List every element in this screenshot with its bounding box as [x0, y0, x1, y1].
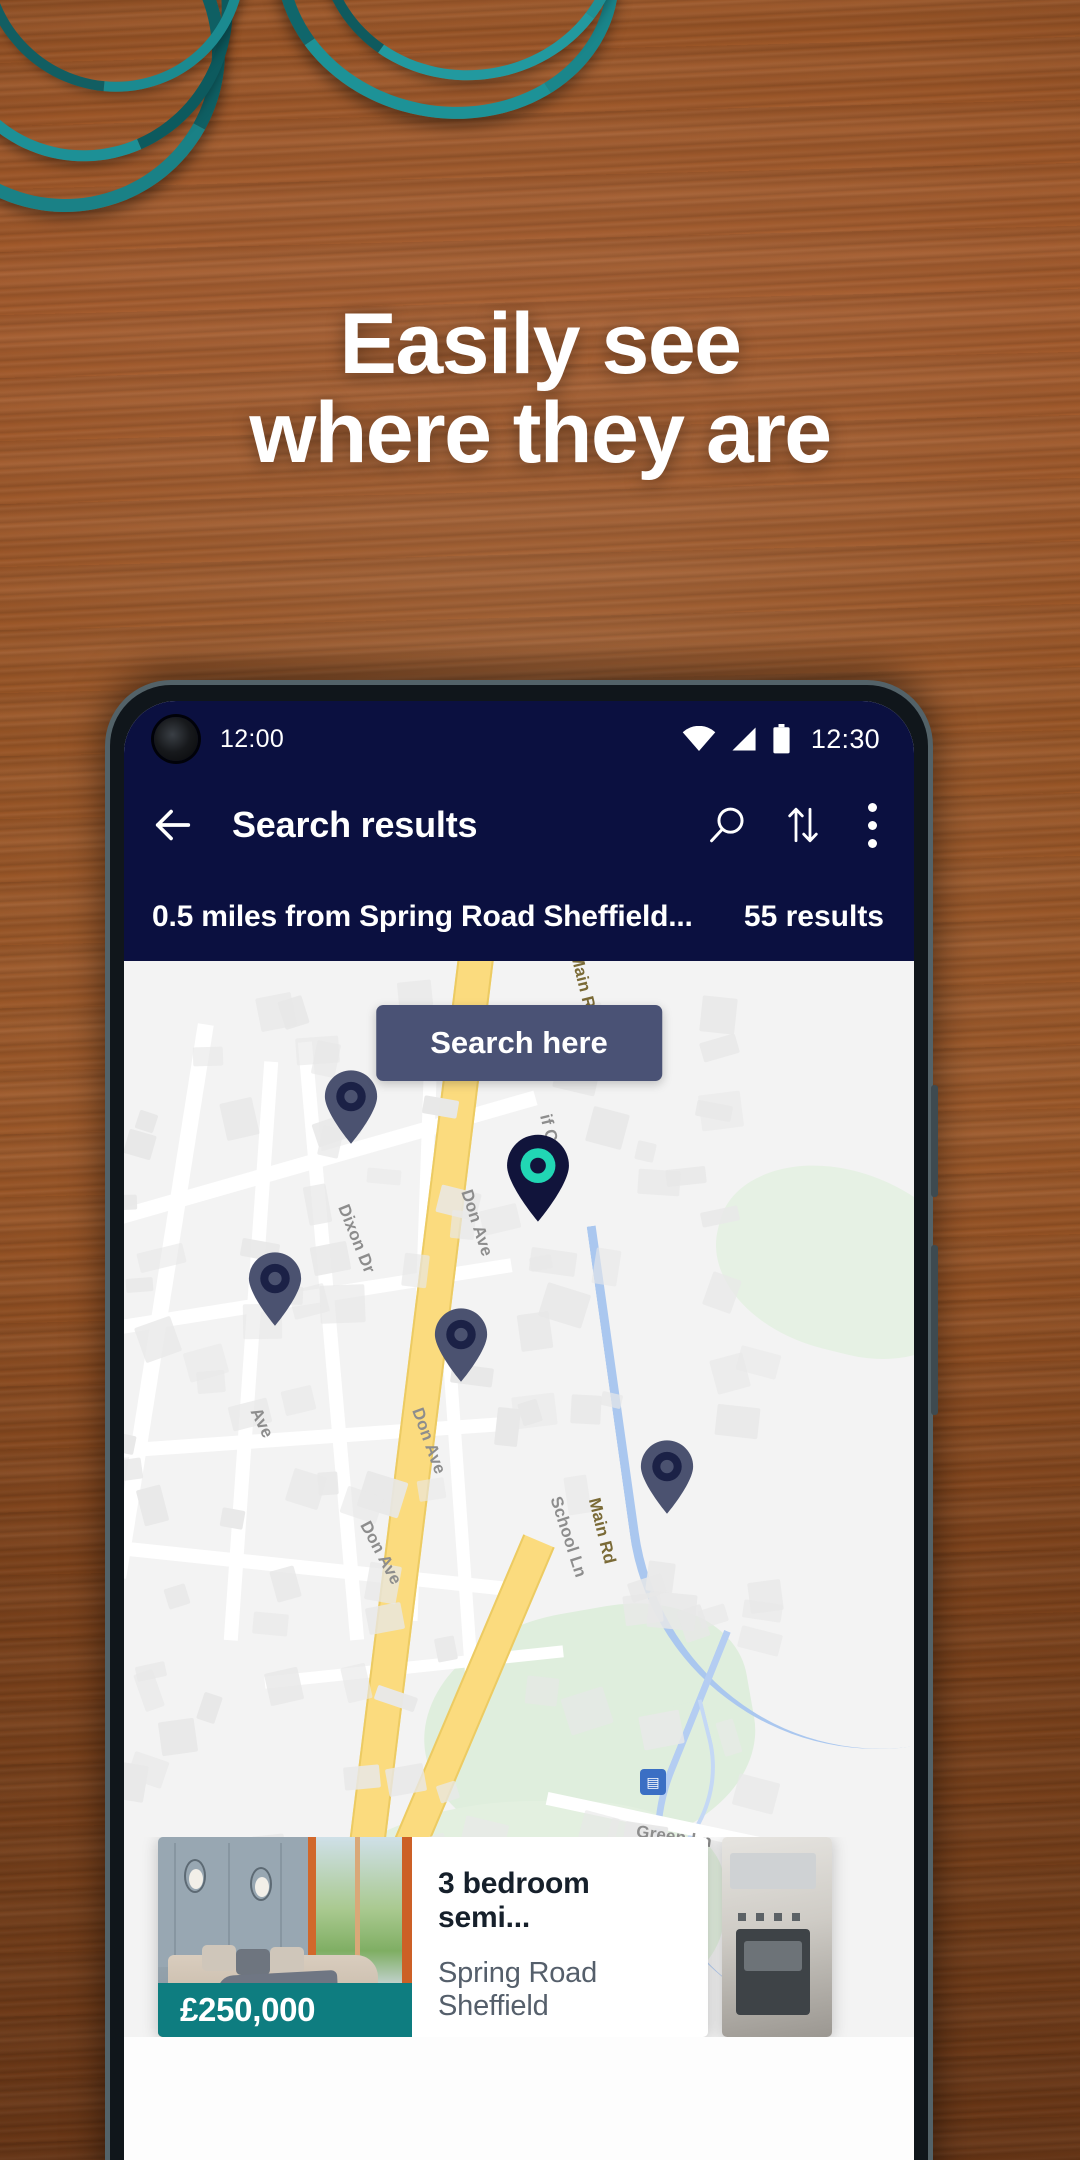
- map-view[interactable]: Dixon Dr Don Ave Don Ave Don Ave Ave School L…: [124, 961, 914, 2037]
- app-toolbar: Search results: [124, 777, 914, 873]
- photo-pendant-lamp: [250, 1867, 272, 1901]
- map-building: [157, 1718, 199, 1758]
- phone-device-frame: 12:00 12:30 Search results 0.5 miles fro…: [105, 680, 938, 2160]
- headline-line-1: Easily see: [339, 296, 742, 392]
- wifi-icon: [682, 726, 716, 752]
- bus-stop-icon: ▤: [640, 1769, 666, 1795]
- photo-pillow: [270, 1947, 304, 1973]
- status-bar-icons: 12:30: [682, 724, 880, 755]
- kebab-dot: [867, 820, 877, 830]
- map-pin[interactable]: [432, 1307, 490, 1383]
- map-building: [124, 1457, 144, 1481]
- map-building: [252, 1611, 290, 1637]
- property-title: 3 bedroom semi...: [438, 1867, 590, 1934]
- map-building: [124, 1194, 137, 1211]
- map-building: [366, 1167, 402, 1186]
- property-card[interactable]: £250,000 3 bedroom semi... Spring Road S…: [158, 1837, 708, 2037]
- toolbar-actions: [706, 802, 886, 848]
- camera-punch-hole-icon: [154, 717, 198, 761]
- search-here-button[interactable]: Search here: [376, 1005, 662, 1081]
- property-price: £250,000: [158, 1983, 412, 2037]
- property-card-body: 3 bedroom semi... Spring Road Sheffield: [412, 1837, 708, 2037]
- map-building: [699, 995, 739, 1035]
- map-building: [400, 1252, 430, 1289]
- map-pin[interactable]: [322, 1069, 380, 1145]
- map-building: [714, 1403, 761, 1440]
- photo-curtain: [402, 1837, 412, 1993]
- kebab-dot: [867, 802, 877, 812]
- overflow-menu-icon[interactable]: [858, 802, 886, 848]
- volume-button[interactable]: [931, 1085, 938, 1197]
- map-pin-selected[interactable]: [504, 1133, 572, 1223]
- photo-wall-panel: [280, 1843, 282, 1963]
- map-building: [638, 1709, 686, 1751]
- map-building: [636, 1168, 681, 1197]
- phone-screen: 12:00 12:30 Search results 0.5 miles fro…: [124, 701, 914, 2160]
- search-location-text[interactable]: 0.5 miles from Spring Road Sheffield...: [152, 900, 693, 934]
- property-thumbnail-next[interactable]: [722, 1837, 832, 2037]
- page-title: Search results: [232, 804, 478, 845]
- promo-headline: Easily see where they are: [0, 296, 1080, 482]
- battery-icon: [773, 724, 790, 754]
- map-pin[interactable]: [246, 1251, 304, 1327]
- map-building: [644, 1560, 676, 1594]
- map-building: [697, 1090, 744, 1133]
- property-card-carousel[interactable]: £250,000 3 bedroom semi... Spring Road S…: [124, 1837, 914, 2037]
- photo-pendant-lamp: [184, 1859, 206, 1893]
- map-building: [524, 1674, 560, 1707]
- map-building: [125, 1277, 154, 1294]
- back-arrow-icon[interactable]: [150, 802, 196, 848]
- photo-wall-panel: [174, 1843, 176, 1963]
- sort-arrows-icon[interactable]: [782, 804, 824, 846]
- map-building: [570, 1394, 602, 1425]
- map-building: [342, 1763, 381, 1791]
- headline-line-2: where they are: [249, 385, 832, 482]
- search-summary-bar: 0.5 miles from Spring Road Sheffield... …: [124, 873, 914, 961]
- photo-oven: [736, 1929, 810, 2015]
- status-bar: 12:00 12:30: [124, 701, 914, 777]
- results-count: 55 results: [743, 900, 884, 933]
- photo-extractor-hood: [730, 1853, 816, 1889]
- cellular-signal-icon: [732, 727, 756, 751]
- map-building: [494, 1407, 522, 1448]
- power-button[interactable]: [931, 1245, 938, 1415]
- property-card-next[interactable]: [722, 1837, 832, 2037]
- search-icon[interactable]: [706, 804, 748, 846]
- kebab-dot: [867, 838, 877, 848]
- property-address: Spring Road Sheffield: [438, 1957, 598, 2022]
- status-bar-left-time: 12:00: [220, 724, 285, 753]
- property-thumbnail[interactable]: £250,000: [158, 1837, 412, 2037]
- photo-oven-knobs: [738, 1913, 808, 1921]
- map-pin[interactable]: [638, 1439, 696, 1515]
- status-bar-right-time: 12:30: [810, 723, 880, 754]
- photo-pillow: [202, 1945, 236, 1971]
- photo-pillow: [236, 1949, 270, 1975]
- map-building: [263, 1666, 304, 1706]
- map-building: [192, 1046, 223, 1067]
